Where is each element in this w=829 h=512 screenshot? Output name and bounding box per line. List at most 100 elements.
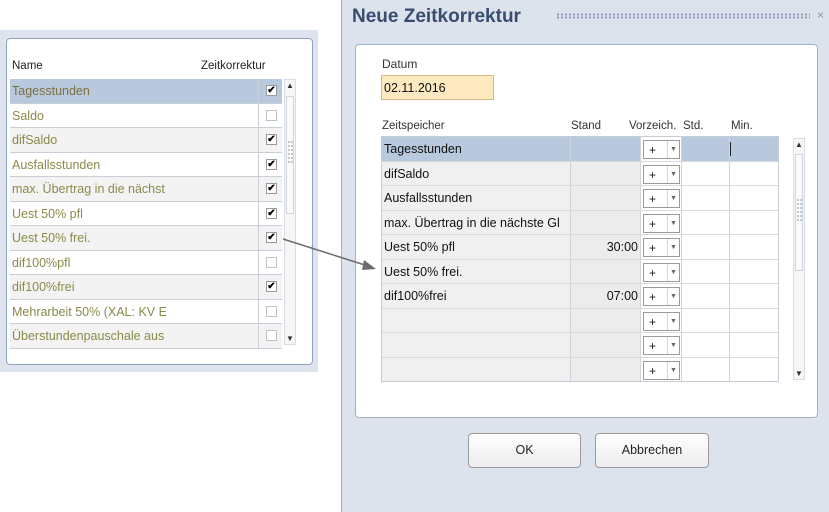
- cancel-button[interactable]: Abbrechen: [595, 433, 709, 468]
- chevron-down-icon[interactable]: ▼: [667, 288, 679, 305]
- column-header-name[interactable]: Name: [12, 60, 43, 72]
- cell-zeitspeicher[interactable]: Ausfallsstunden: [382, 186, 571, 210]
- cell-min-input[interactable]: [730, 357, 778, 381]
- chevron-down-icon[interactable]: ▼: [667, 165, 679, 183]
- ok-button[interactable]: OK: [468, 433, 581, 468]
- chevron-down-icon[interactable]: ▼: [667, 312, 679, 330]
- scroll-thumb[interactable]: [795, 154, 803, 271]
- grid-row[interactable]: dif100%frei 07:00 + ▼: [382, 284, 778, 309]
- sign-select[interactable]: + ▼: [643, 360, 680, 380]
- datum-input[interactable]: 02.11.2016: [381, 75, 494, 100]
- checkbox-unchecked[interactable]: [266, 330, 277, 341]
- cell-zeitspeicher[interactable]: [382, 333, 571, 357]
- cell-std-input[interactable]: [682, 357, 730, 381]
- list-item[interactable]: dif100%frei ✔: [10, 275, 282, 300]
- cell-min-input[interactable]: [730, 137, 778, 161]
- list-item[interactable]: difSaldo ✔: [10, 128, 282, 153]
- list-item[interactable]: Mehrarbeit 50% (XAL: KV E: [10, 299, 282, 324]
- list-item[interactable]: Uest 50% frei. ✔: [10, 226, 282, 251]
- cell-std-input[interactable]: [682, 210, 730, 234]
- checkbox-checked[interactable]: ✔: [266, 232, 277, 243]
- list-item[interactable]: Saldo: [10, 103, 282, 128]
- scroll-down-icon[interactable]: ▼: [795, 369, 803, 378]
- cell-zeitspeicher[interactable]: [382, 357, 571, 381]
- grid-row[interactable]: difSaldo + ▼: [382, 161, 778, 186]
- chevron-down-icon[interactable]: ▼: [667, 337, 679, 354]
- checkbox-cell: [258, 324, 282, 348]
- grid-row[interactable]: + ▼: [382, 333, 778, 358]
- column-header-zeitkorrektur[interactable]: Zeitkorrektur: [201, 60, 266, 72]
- sign-select[interactable]: + ▼: [643, 238, 680, 257]
- chevron-down-icon[interactable]: ▼: [667, 214, 679, 232]
- grid-row[interactable]: + ▼: [382, 357, 778, 381]
- scroll-up-icon[interactable]: ▲: [795, 140, 803, 149]
- scroll-down-icon[interactable]: ▼: [286, 334, 294, 343]
- cell-zeitspeicher[interactable]: max. Übertrag in die nächste Gl: [382, 210, 571, 234]
- sign-select[interactable]: + ▼: [643, 213, 680, 233]
- scroll-thumb[interactable]: [286, 96, 294, 214]
- cell-stand: [571, 210, 641, 234]
- list-item[interactable]: Uest 50% pfl ✔: [10, 201, 282, 226]
- sign-select[interactable]: + ▼: [643, 189, 680, 208]
- chevron-down-icon[interactable]: ▼: [667, 190, 679, 207]
- chevron-down-icon[interactable]: ▼: [667, 263, 679, 281]
- grid-scrollbar[interactable]: ▲ ▼: [793, 138, 805, 380]
- cell-min-input[interactable]: [730, 308, 778, 332]
- sign-select[interactable]: + ▼: [643, 311, 680, 331]
- sign-select[interactable]: + ▼: [643, 336, 680, 355]
- checkbox-checked[interactable]: ✔: [266, 183, 277, 194]
- cell-zeitspeicher[interactable]: difSaldo: [382, 161, 571, 185]
- list-item[interactable]: Tagesstunden ✔: [10, 79, 282, 104]
- grid-row[interactable]: max. Übertrag in die nächste Gl + ▼: [382, 210, 778, 235]
- cell-std-input[interactable]: [682, 308, 730, 332]
- cell-std-input[interactable]: [682, 333, 730, 357]
- grid-row[interactable]: + ▼: [382, 308, 778, 333]
- checkbox-checked[interactable]: ✔: [266, 207, 277, 219]
- checkbox-unchecked[interactable]: [266, 109, 277, 121]
- header-std: Std.: [683, 120, 704, 132]
- grid-row[interactable]: Ausfallsstunden + ▼: [382, 186, 778, 211]
- list-item[interactable]: dif100%pfl: [10, 250, 282, 275]
- cell-zeitspeicher[interactable]: Uest 50% pfl: [382, 235, 571, 259]
- sign-select[interactable]: + ▼: [643, 287, 680, 306]
- cell-std-input[interactable]: [682, 186, 730, 210]
- cell-std-input[interactable]: [682, 259, 730, 283]
- cell-zeitspeicher[interactable]: Tagesstunden: [382, 137, 571, 161]
- cell-min-input[interactable]: [730, 210, 778, 234]
- close-icon[interactable]: ×: [817, 8, 824, 22]
- checkbox-checked[interactable]: ✔: [266, 281, 277, 292]
- dialog-titlebar[interactable]: Neue Zeitkorrektur ×: [342, 0, 829, 33]
- cell-zeitspeicher[interactable]: Uest 50% frei.: [382, 259, 571, 283]
- list-item[interactable]: Überstundenpauschale aus: [10, 324, 282, 349]
- checkbox-unchecked[interactable]: [266, 256, 277, 268]
- scroll-up-icon[interactable]: ▲: [286, 81, 294, 90]
- chevron-down-icon[interactable]: ▼: [667, 239, 679, 256]
- checkbox-checked[interactable]: ✔: [266, 134, 277, 145]
- cell-std-input[interactable]: [682, 137, 730, 161]
- sign-select[interactable]: + ▼: [643, 164, 680, 184]
- cell-zeitspeicher[interactable]: dif100%frei: [382, 284, 571, 308]
- list-scrollbar[interactable]: ▲ ▼: [284, 79, 296, 345]
- cell-min-input[interactable]: [730, 161, 778, 185]
- sign-select[interactable]: + ▼: [643, 262, 680, 282]
- checkbox-unchecked[interactable]: [266, 305, 277, 317]
- chevron-down-icon[interactable]: ▼: [667, 141, 679, 158]
- cell-std-input[interactable]: [682, 161, 730, 185]
- cell-std-input[interactable]: [682, 235, 730, 259]
- cell-std-input[interactable]: [682, 284, 730, 308]
- chevron-down-icon[interactable]: ▼: [667, 361, 679, 379]
- cell-min-input[interactable]: [730, 333, 778, 357]
- cell-min-input[interactable]: [730, 186, 778, 210]
- list-item[interactable]: Ausfallsstunden ✔: [10, 152, 282, 177]
- grid-row[interactable]: Uest 50% pfl 30:00 + ▼: [382, 235, 778, 260]
- cell-min-input[interactable]: [730, 235, 778, 259]
- grid-row[interactable]: Tagesstunden + ▼: [382, 137, 778, 162]
- checkbox-checked[interactable]: ✔: [266, 85, 277, 96]
- sign-select[interactable]: + ▼: [643, 140, 680, 159]
- grid-row[interactable]: Uest 50% frei. + ▼: [382, 259, 778, 284]
- list-item[interactable]: max. Übertrag in die nächst ✔: [10, 177, 282, 202]
- cell-min-input[interactable]: [730, 259, 778, 283]
- checkbox-checked[interactable]: ✔: [266, 158, 277, 170]
- cell-min-input[interactable]: [730, 284, 778, 308]
- cell-zeitspeicher[interactable]: [382, 308, 571, 332]
